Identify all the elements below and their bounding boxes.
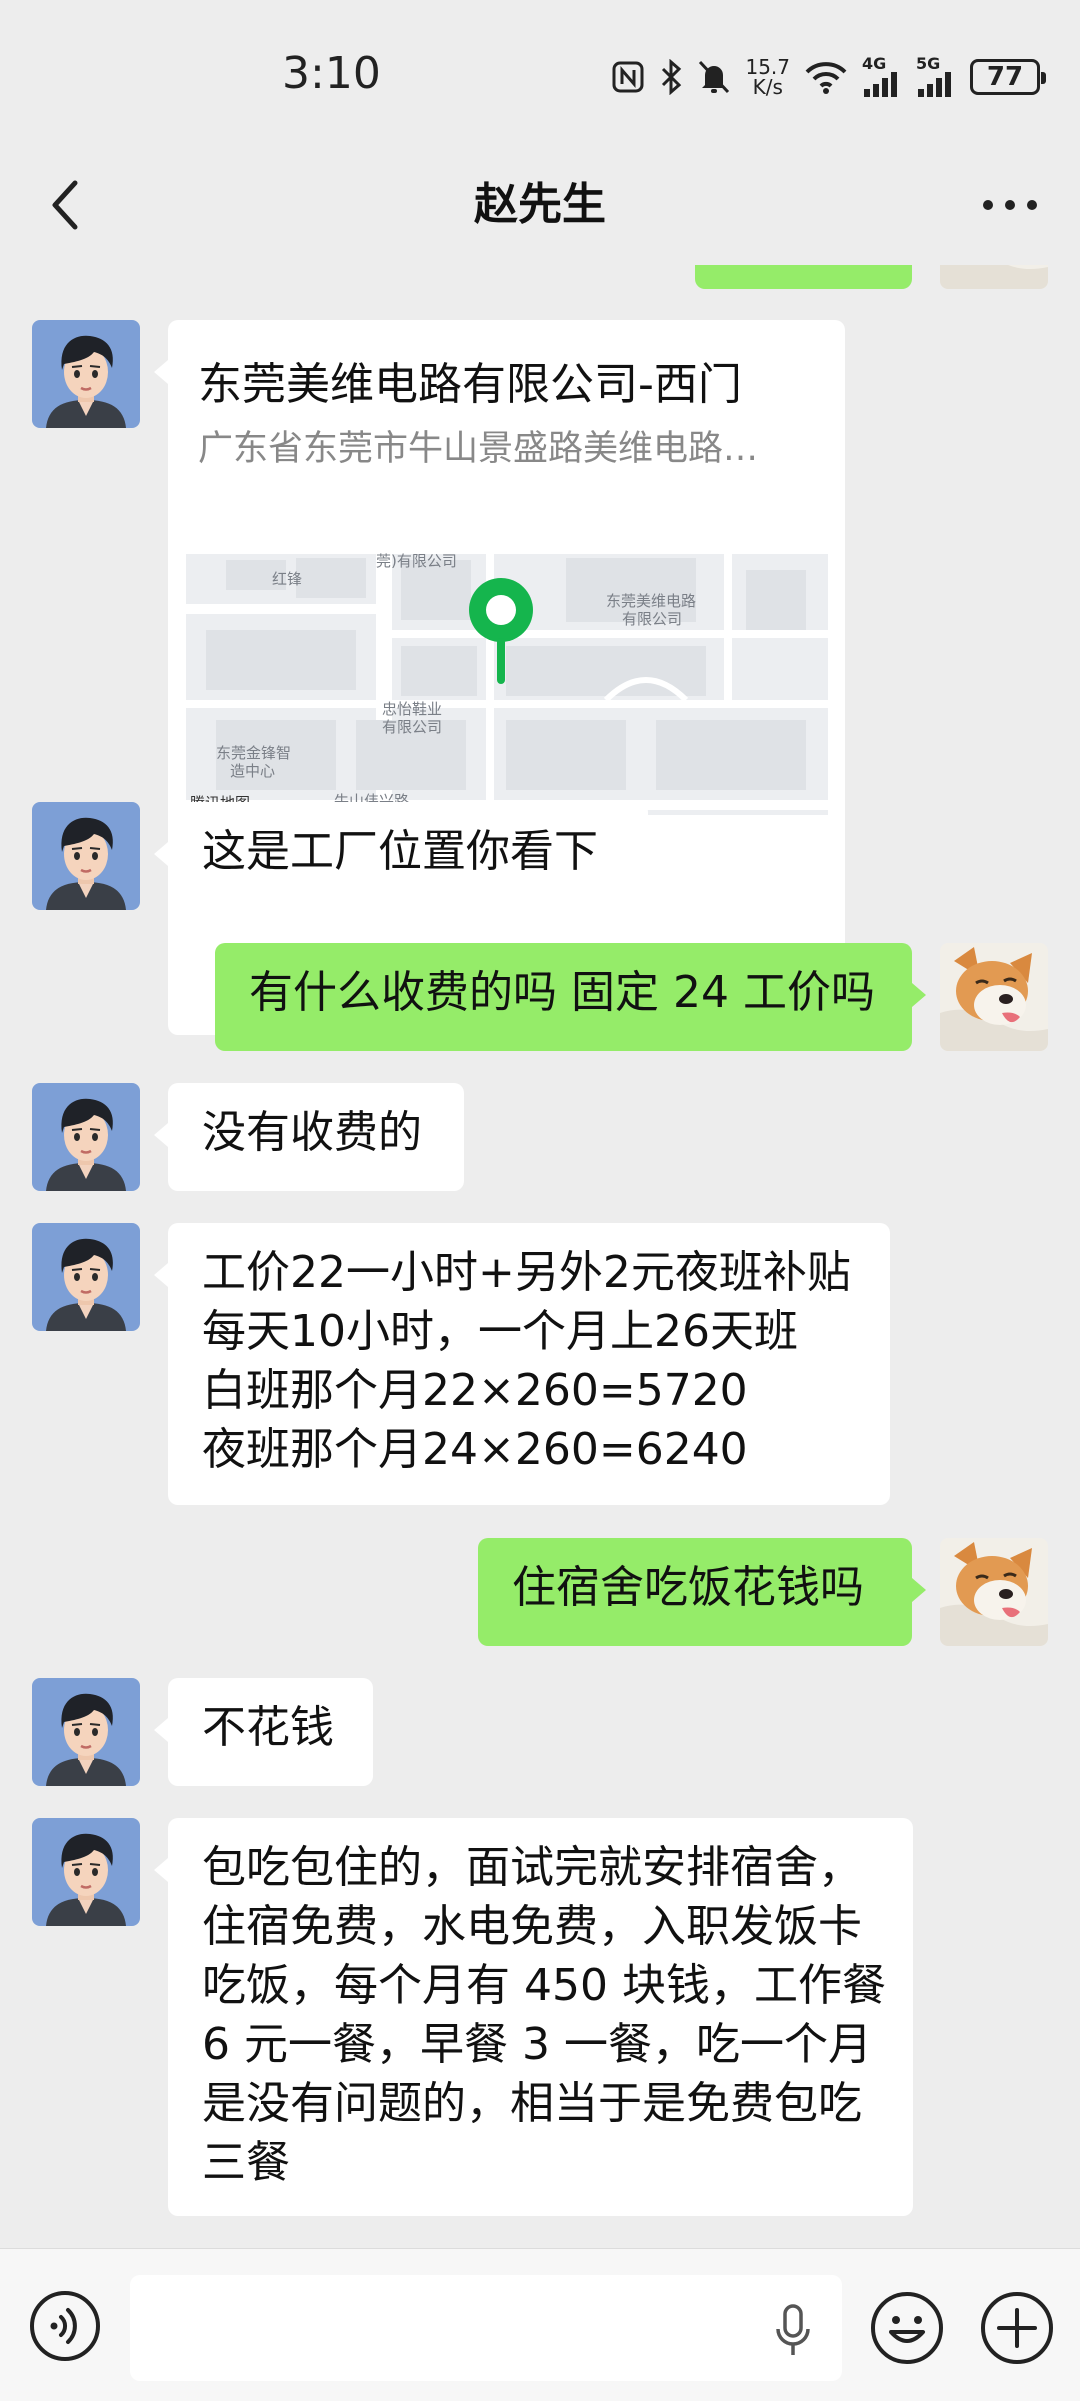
- avatar[interactable]: [32, 1083, 140, 1191]
- message-text: 包吃包住的，面试完就安排宿舍，: [202, 1842, 862, 1893]
- map-label: 有限公司: [622, 610, 683, 628]
- message-bubble-outgoing[interactable]: 有什么收费的吗 固定 24 工价吗: [215, 943, 926, 1051]
- bluetooth-icon: [659, 59, 683, 95]
- status-bar: 3:10 15.7 K/s 4G 5G 77: [0, 0, 1080, 150]
- map-label: 造中心: [230, 762, 276, 780]
- net-speed-value: 15.7: [745, 55, 790, 79]
- message-bubble-incoming[interactable]: 工价22一小时+另外2元夜班补贴 每天10小时，一个月上26天班 白班那个月22…: [154, 1223, 890, 1505]
- net-speed-unit: K/s: [752, 75, 783, 99]
- plus-icon: [981, 2292, 1053, 2364]
- message-input[interactable]: [130, 2275, 842, 2381]
- page-title: 赵先生: [474, 179, 606, 230]
- message-bubble-incoming[interactable]: 包吃包住的，面试完就安排宿舍， 住宿免费，水电免费，入职发饭卡 吃饭，每个月有 …: [154, 1818, 913, 2216]
- map-label: 有限公司: [382, 718, 443, 736]
- more-dots-icon: [983, 200, 1037, 210]
- chat-header: 赵先生: [0, 150, 1080, 265]
- message-text: 吃饭，每个月有 450 块钱，工作餐: [202, 1960, 886, 2011]
- avatar[interactable]: [32, 1223, 140, 1331]
- signal-icon: 5G: [916, 54, 956, 97]
- wifi-icon: [804, 60, 848, 94]
- avatar[interactable]: [32, 802, 140, 910]
- message-bubble-partial[interactable]: [695, 265, 912, 289]
- signal-label-4g: 4G: [862, 54, 887, 73]
- avatar[interactable]: [940, 265, 1048, 289]
- message-bubble-outgoing[interactable]: 住宿舍吃饭花钱吗: [478, 1538, 926, 1646]
- avatar[interactable]: [940, 1538, 1048, 1646]
- status-icons: 15.7 K/s 4G 5G 77: [611, 52, 1046, 102]
- net-speed: 15.7 K/s: [745, 57, 790, 97]
- microphone-button[interactable]: [768, 2301, 818, 2361]
- message-text: 不花钱: [202, 1702, 334, 1753]
- message-text: 夜班那个月24×260=6240: [202, 1424, 748, 1475]
- signal-label-5g: 5G: [916, 54, 941, 73]
- chat-messages[interactable]: 东莞美维电路有限公司-西门 广东省东莞市牛山景盛路美维电路… 莞)有限公司 红锋…: [0, 265, 1080, 2240]
- map-label: 莞)有限公司: [376, 552, 457, 570]
- mute-icon: [697, 59, 731, 95]
- message-text: 6 元一餐，早餐 3 一餐，吃一个月: [202, 2019, 872, 2070]
- message-text: 每天10小时，一个月上26天班: [202, 1306, 798, 1357]
- battery-icon: 77: [970, 59, 1046, 95]
- voice-button[interactable]: [28, 2289, 102, 2363]
- location-card[interactable]: 东莞美维电路有限公司-西门 广东省东莞市牛山景盛路美维电路… 莞)有限公司 红锋…: [154, 320, 845, 1035]
- message-bubble-incoming[interactable]: 不花钱: [154, 1678, 373, 1786]
- input-bar: [0, 2248, 1080, 2401]
- signal-icon: 4G: [862, 54, 902, 97]
- location-address: 广东省东莞市牛山景盛路美维电路…: [198, 429, 759, 469]
- message-bubble-incoming[interactable]: 没有收费的: [154, 1083, 464, 1191]
- message-text: 有什么收费的吗 固定 24 工价吗: [249, 967, 875, 1018]
- avatar[interactable]: [32, 1678, 140, 1786]
- location-name: 东莞美维电路有限公司-西门: [198, 359, 742, 410]
- nfc-icon: [611, 60, 645, 94]
- avatar[interactable]: [32, 320, 140, 428]
- message-text: 三餐: [202, 2137, 290, 2188]
- avatar[interactable]: [32, 1818, 140, 1926]
- message-text: 工价22一小时+另外2元夜班补贴: [202, 1247, 851, 1298]
- message-text: 这是工厂位置你看下: [202, 826, 598, 877]
- more-button[interactable]: [970, 170, 1050, 240]
- emoji-icon: [871, 2292, 943, 2364]
- message-text: 是没有问题的，相当于是免费包吃: [202, 2078, 862, 2129]
- status-time: 3:10: [282, 48, 381, 99]
- map-pin-icon: [469, 578, 533, 684]
- message-text: 没有收费的: [202, 1107, 422, 1158]
- battery-level: 77: [986, 62, 1024, 92]
- voice-icon: [30, 2291, 100, 2361]
- message-text: 住宿免费，水电免费，入职发饭卡: [202, 1901, 862, 1952]
- map-label: 红锋: [272, 570, 303, 588]
- message-text: 住宿舍吃饭花钱吗: [512, 1562, 864, 1613]
- more-functions-button[interactable]: [978, 2289, 1056, 2367]
- message-text: 白班那个月22×260=5720: [202, 1365, 748, 1416]
- message-bubble-incoming[interactable]: 这是工厂位置你看下: [154, 802, 648, 910]
- avatar[interactable]: [940, 943, 1048, 1051]
- emoji-button[interactable]: [868, 2289, 946, 2367]
- location-map[interactable]: 莞)有限公司 红锋 东莞美维电路 有限公司 忠怡鞋业 有限公司 东莞金锋智 造中…: [186, 550, 828, 815]
- microphone-icon: [776, 2304, 810, 2355]
